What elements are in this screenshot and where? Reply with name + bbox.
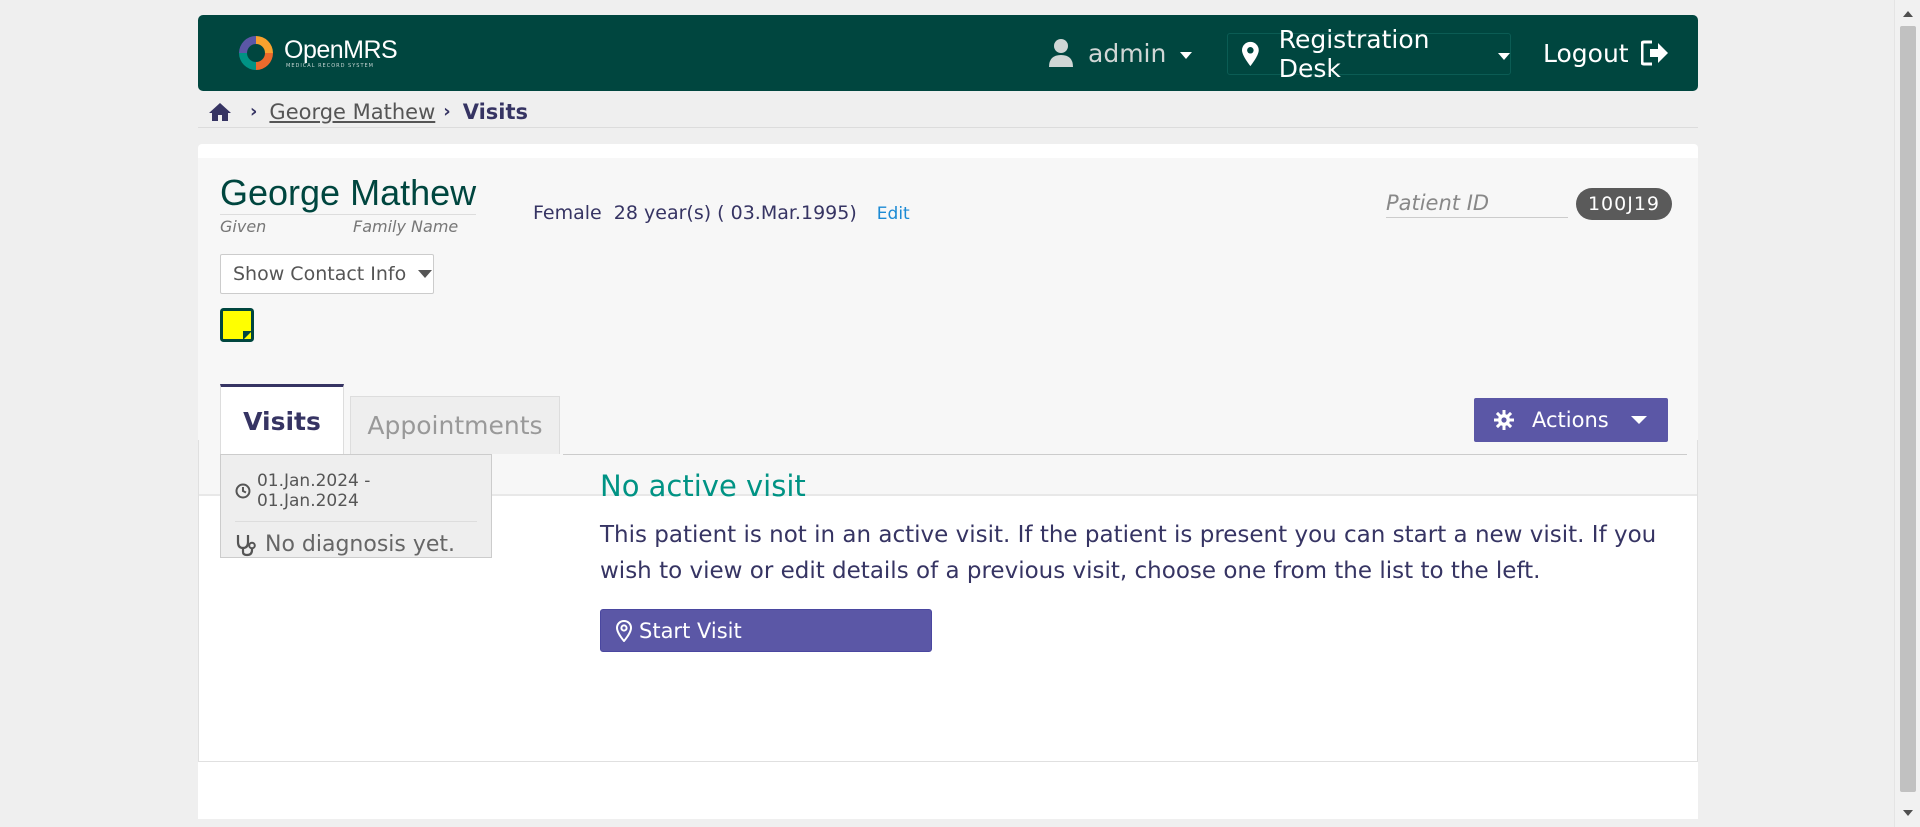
no-active-visit-title: No active visit — [600, 469, 806, 503]
map-pin-icon — [1242, 41, 1259, 67]
footer-strip — [198, 762, 1698, 819]
logo-text: OpenMRS — [284, 36, 398, 64]
actions-button[interactable]: Actions — [1474, 398, 1668, 442]
visit-date-range: 01.Jan.2024 - 01.Jan.2024 — [256, 471, 371, 511]
patient-id-block: Patient ID 100J19 — [1385, 188, 1672, 220]
scroll-down-arrow-icon[interactable] — [1903, 810, 1913, 816]
visit-diagnosis: No diagnosis yet. — [265, 532, 456, 557]
edit-patient-link[interactable]: Edit — [877, 204, 910, 224]
patient-dashboard-card: George Mathew Given Family Name Female 2… — [198, 144, 1698, 819]
given-label: Given — [220, 217, 267, 236]
logo-subtitle: MEDICAL RECORD SYSTEM — [286, 63, 374, 69]
clock-icon — [235, 483, 251, 499]
family-name-label: Family Name — [353, 217, 459, 236]
actions-label: Actions — [1532, 408, 1609, 432]
patient-family-name: Mathew — [350, 172, 477, 213]
home-icon[interactable] — [208, 102, 232, 122]
patient-gender: Female — [533, 202, 602, 224]
gear-icon — [1494, 410, 1514, 430]
stethoscope-icon — [236, 534, 256, 556]
page-scrollbar[interactable] — [1894, 0, 1920, 827]
show-contact-info-label: Show Contact Info — [233, 263, 407, 285]
patient-name-block: George Mathew Given Family Name — [220, 172, 477, 236]
user-icon — [1049, 39, 1073, 67]
patient-age: 28 year(s) ( 03.Mar.1995) — [613, 202, 857, 224]
user-name: admin — [1088, 38, 1167, 68]
openmrs-logo[interactable]: OpenMRS MEDICAL RECORD SYSTEM — [236, 33, 398, 73]
scroll-up-arrow-icon[interactable] — [1903, 11, 1913, 17]
no-active-visit-message: This patient is not in an active visit. … — [600, 522, 1657, 584]
logout-label: Logout — [1543, 38, 1629, 68]
breadcrumb-current: Visits — [462, 99, 529, 124]
breadcrumb-chevron-icon: › — [443, 101, 451, 122]
user-menu[interactable]: admin — [1048, 36, 1193, 70]
start-visit-button[interactable]: Start Visit — [600, 609, 932, 652]
logout-icon — [1640, 40, 1668, 66]
visit-details-pane: No active visit This patient is not in a… — [563, 454, 1687, 652]
patient-id-label: Patient ID — [1385, 191, 1568, 218]
visit-list-item[interactable]: 01.Jan.2024 - 01.Jan.2024 No diagnosis y… — [220, 454, 492, 558]
caret-down-icon — [418, 270, 433, 278]
breadcrumb-chevron-icon: › — [250, 101, 258, 122]
start-visit-label: Start Visit — [639, 618, 742, 643]
user-dropdown-caret-icon — [1180, 51, 1193, 59]
breadcrumb: › George Mathew › Visits — [198, 96, 1698, 128]
scrollbar-thumb[interactable] — [1900, 26, 1916, 792]
logout-link[interactable]: Logout — [1543, 35, 1669, 71]
location-dropdown-caret-icon — [1498, 52, 1510, 60]
location-selector[interactable]: Registration Desk — [1227, 25, 1511, 83]
patient-id-badge: 100J19 — [1575, 188, 1672, 220]
caret-down-icon — [1630, 416, 1647, 424]
location-pin-icon — [615, 619, 633, 642]
openmrs-logo-icon — [239, 36, 273, 70]
patient-demographics: Female 28 year(s) ( 03.Mar.1995) Edit — [533, 202, 910, 224]
patient-given-name: George — [220, 172, 341, 213]
sticky-note-icon[interactable] — [220, 308, 254, 342]
location-name: Registration Desk — [1278, 25, 1430, 83]
top-header: OpenMRS MEDICAL RECORD SYSTEM admin Regi… — [198, 15, 1698, 91]
breadcrumb-patient-link[interactable]: George Mathew — [269, 100, 435, 124]
show-contact-info-button[interactable]: Show Contact Info — [220, 254, 434, 294]
